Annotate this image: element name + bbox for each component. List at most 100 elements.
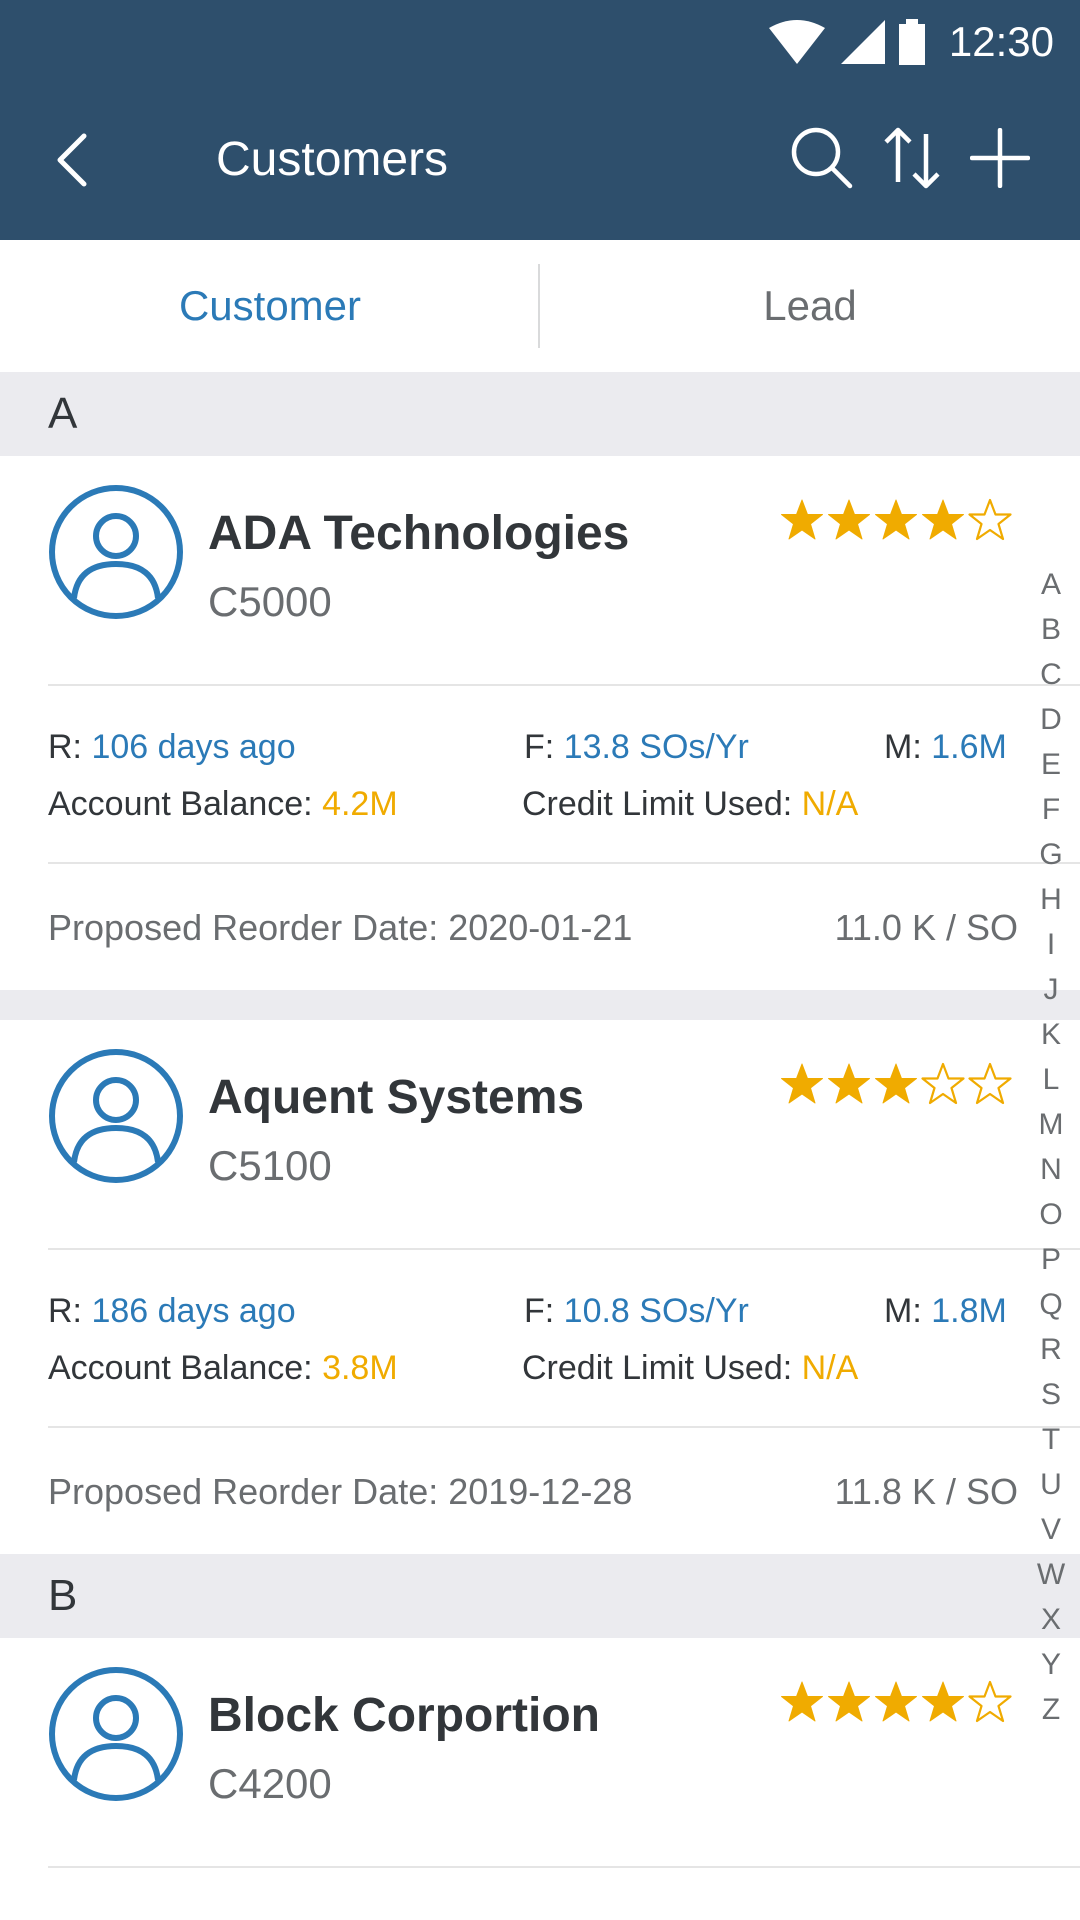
credit-limit-label: Credit Limit Used: (522, 785, 802, 823)
tab-customer[interactable]: Customer (0, 240, 540, 372)
customer-card[interactable]: Aquent Systems C5100 R: 186 days ago F: … (0, 1020, 1080, 1554)
star-filled-icon (922, 499, 964, 540)
star-empty-icon (968, 1062, 1012, 1105)
index-letter[interactable]: D (1026, 697, 1076, 742)
index-letter[interactable]: O (1026, 1192, 1076, 1237)
index-letter[interactable]: K (1026, 1012, 1076, 1057)
account-balance: Account Balance: 4.2M (48, 783, 398, 825)
customer-name: ADA Technologies (208, 507, 630, 560)
customer-card[interactable]: Block Corportion C4200 (0, 1638, 1080, 1920)
monetary-metric: M: 1.8M (884, 1290, 1007, 1332)
credit-limit-used: Credit Limit Used: N/A (522, 783, 858, 825)
index-letter[interactable]: F (1026, 787, 1076, 832)
star-filled-icon (828, 1681, 870, 1722)
recency-metric: R: 186 days ago (48, 1290, 296, 1332)
avatar-icon (49, 485, 183, 619)
proposed-reorder-date: Proposed Reorder Date: 2019-12-28 (48, 1471, 633, 1512)
index-letter[interactable]: B (1026, 607, 1076, 652)
credit-limit-used: Credit Limit Used: N/A (522, 1347, 858, 1389)
index-letter[interactable]: J (1026, 967, 1076, 1012)
index-letter[interactable]: U (1026, 1462, 1076, 1507)
amount-per-so: 11.0 K / SO (834, 907, 1018, 948)
recency-value: 106 days ago (91, 728, 296, 766)
index-letter[interactable]: I (1026, 922, 1076, 967)
app-bar: Customers (0, 80, 1080, 240)
star-filled-icon (828, 1063, 870, 1104)
proposed-reorder-date: Proposed Reorder Date: 2020-01-21 (48, 907, 633, 948)
credit-limit-value: N/A (801, 785, 859, 823)
star-filled-icon (875, 1063, 917, 1104)
monetary-label: M: (884, 1292, 932, 1330)
index-letter[interactable]: R (1026, 1327, 1076, 1372)
star-filled-icon (781, 1681, 823, 1722)
index-letter[interactable]: H (1026, 877, 1076, 922)
index-letter[interactable]: M (1026, 1102, 1076, 1147)
star-empty-icon (921, 1062, 965, 1105)
sort-button[interactable] (870, 116, 954, 200)
index-letter[interactable]: N (1026, 1147, 1076, 1192)
star-filled-icon (828, 499, 870, 540)
account-balance-label: Account Balance: (48, 1349, 323, 1387)
rating-stars (780, 498, 1012, 554)
add-button[interactable] (958, 116, 1042, 200)
customer-name: Block Corportion (208, 1689, 600, 1742)
frequency-metric: F: 10.8 SOs/Yr (524, 1290, 749, 1332)
frequency-value: 13.8 SOs/Yr (563, 728, 749, 766)
index-letter[interactable]: C (1026, 652, 1076, 697)
status-time: 12:30 (948, 18, 1054, 65)
status-bar: 12:30 (0, 0, 1080, 80)
account-balance-value: 4.2M (322, 785, 398, 823)
rating-stars (780, 1680, 1012, 1736)
index-letter[interactable]: V (1026, 1507, 1076, 1552)
section-letter: B (48, 1571, 78, 1620)
star-filled-icon (781, 1063, 823, 1104)
customer-id: C4200 (208, 1760, 332, 1807)
index-letter[interactable]: Q (1026, 1282, 1076, 1327)
credit-limit-label: Credit Limit Used: (522, 1349, 802, 1387)
star-filled-icon (781, 499, 823, 540)
monetary-value: 1.6M (931, 728, 1007, 766)
customer-name: Aquent Systems (208, 1071, 585, 1124)
index-letter[interactable]: A (1026, 562, 1076, 607)
recency-metric: R: 106 days ago (48, 726, 296, 768)
section-letter: A (48, 389, 78, 438)
index-letter[interactable]: E (1026, 742, 1076, 787)
wifi-icon (768, 20, 825, 64)
sort-icon (884, 127, 940, 189)
customer-card[interactable]: ADA Technologies C5000 R: 106 days ago F… (0, 456, 1080, 990)
section-header-a: A (0, 372, 1080, 456)
star-filled-icon (922, 1681, 964, 1722)
index-letter[interactable]: S (1026, 1372, 1076, 1417)
index-letter[interactable]: L (1026, 1057, 1076, 1102)
signal-icon (840, 20, 885, 64)
index-letter[interactable]: Y (1026, 1642, 1076, 1687)
index-letter[interactable]: W (1026, 1552, 1076, 1597)
monetary-value: 1.8M (931, 1292, 1007, 1330)
star-empty-icon (968, 498, 1012, 541)
back-button[interactable] (36, 122, 106, 198)
account-balance-label: Account Balance: (48, 785, 323, 823)
alphabet-index[interactable]: ABCDEFGHIJKLMNOPQRSTUVWXYZ (1026, 562, 1076, 1732)
index-letter[interactable]: Z (1026, 1687, 1076, 1732)
credit-limit-value: N/A (801, 1349, 859, 1387)
search-button[interactable] (780, 116, 864, 200)
tab-lead[interactable]: Lead (540, 240, 1080, 372)
recency-value: 186 days ago (91, 1292, 296, 1330)
index-letter[interactable]: T (1026, 1417, 1076, 1462)
account-balance: Account Balance: 3.8M (48, 1347, 398, 1389)
card-divider (48, 1426, 1080, 1428)
index-letter[interactable]: G (1026, 832, 1076, 877)
page-title: Customers (216, 133, 449, 186)
index-letter[interactable]: P (1026, 1237, 1076, 1282)
card-divider (48, 862, 1080, 864)
tab-bar: Customer Lead (0, 240, 1080, 372)
section-header-b: B (0, 1554, 1080, 1638)
frequency-value: 10.8 SOs/Yr (563, 1292, 749, 1330)
index-letter[interactable]: X (1026, 1597, 1076, 1642)
amount-per-so: 11.8 K / SO (834, 1471, 1018, 1512)
star-filled-icon (875, 1681, 917, 1722)
add-icon (970, 128, 1030, 188)
battery-icon (898, 19, 925, 65)
chevron-left-icon (57, 133, 87, 187)
search-icon (791, 127, 853, 189)
